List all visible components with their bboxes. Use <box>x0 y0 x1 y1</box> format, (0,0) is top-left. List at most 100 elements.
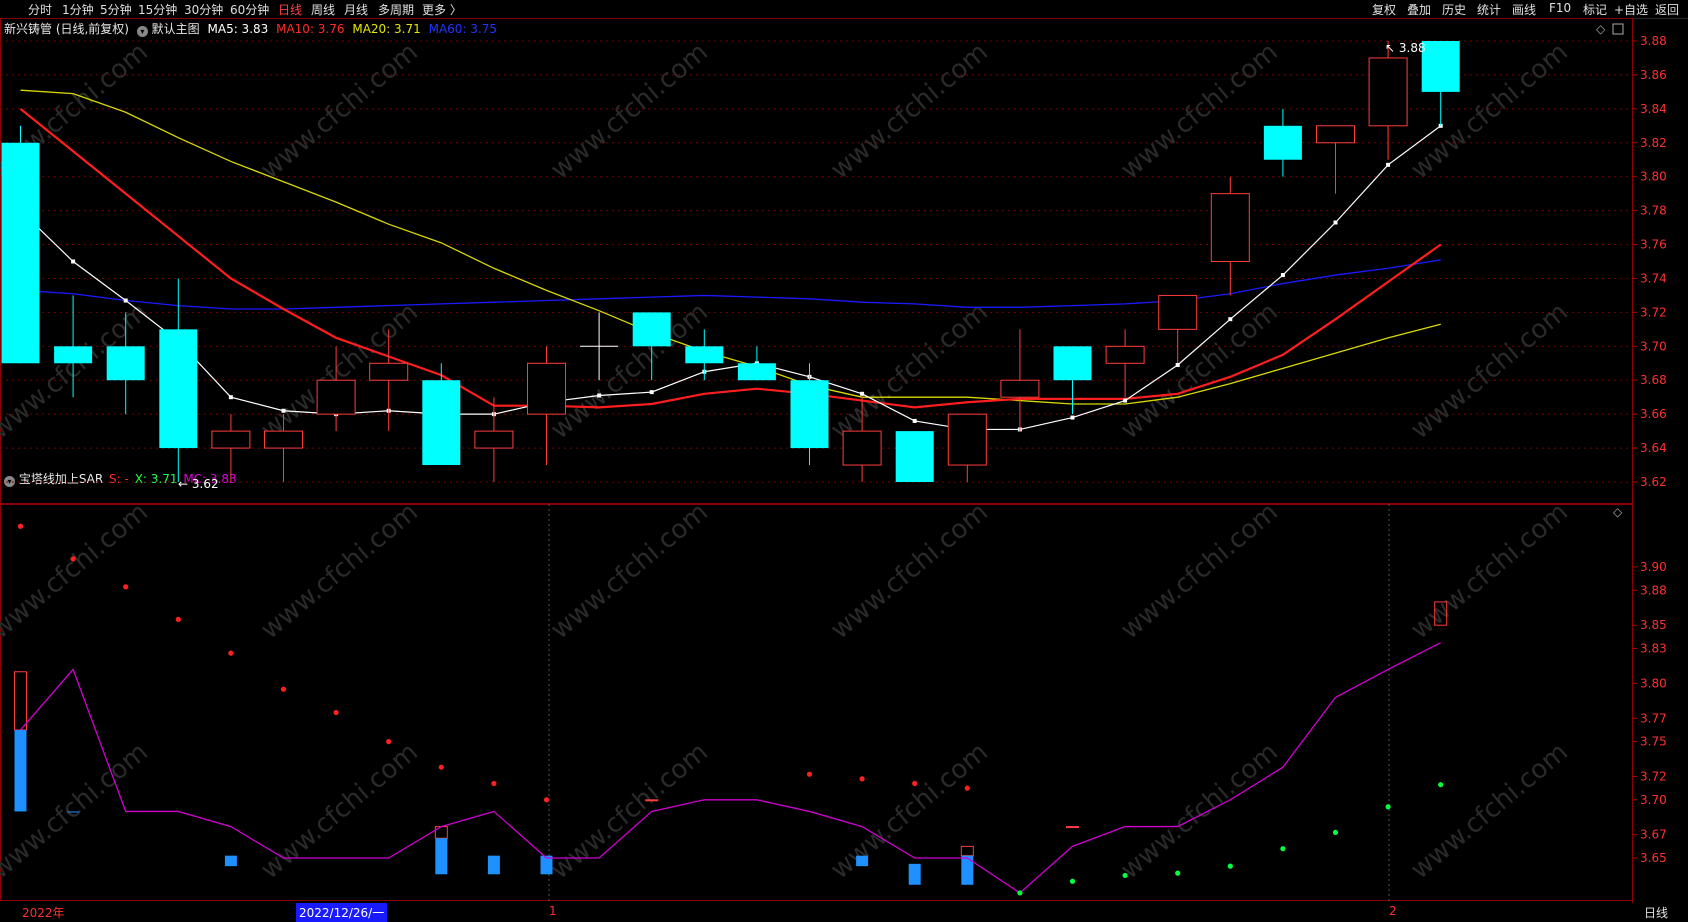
watermark-text: www.cfchi.com <box>1405 737 1574 885</box>
candle-body <box>947 413 987 466</box>
ma5-point <box>123 298 128 303</box>
main-axis-label: 3.70 <box>1640 339 1667 353</box>
sar-dot-red <box>912 780 918 787</box>
diamond-icon: ◇ <box>1613 505 1623 519</box>
candle-body <box>211 430 251 449</box>
watermark-text: www.cfchi.com <box>255 497 424 645</box>
sub-axis-label: 3.80 <box>1640 676 1667 690</box>
candle-body <box>1105 345 1145 364</box>
main-axis-label: 3.62 <box>1640 475 1667 489</box>
low-price-label: ← 3.62 <box>178 477 219 491</box>
candle-body <box>1263 125 1302 160</box>
ma5-point <box>1280 273 1285 278</box>
sar-dot-red <box>859 776 865 782</box>
watermark-text: www.cfchi.com <box>545 737 714 885</box>
ma5-point <box>1228 317 1233 322</box>
sar-dot-red <box>123 584 129 590</box>
candle-body <box>632 312 671 347</box>
candle-body <box>1210 193 1250 262</box>
candle-body <box>369 362 409 381</box>
candle-body <box>842 430 882 466</box>
sub-axis-label: 3.65 <box>1640 851 1667 865</box>
tower-bar-down <box>14 729 27 812</box>
ma5-point <box>228 395 233 400</box>
watermark-text: www.cfchi.com <box>545 497 714 645</box>
sub-axis-label: 3.67 <box>1640 828 1667 842</box>
sub-panel-frame <box>0 504 1633 901</box>
kline-chart[interactable]: www.cfchi.com www.cfchi.com www.cfchi.com w… <box>0 0 1688 921</box>
watermark-text: www.cfchi.com <box>825 497 994 645</box>
ma60-line <box>20 259 1441 310</box>
sar-dot-green <box>1175 870 1181 876</box>
candle-body <box>54 346 93 364</box>
watermark-text: www.cfchi.com <box>0 497 154 645</box>
main-axis-label: 3.84 <box>1640 102 1667 116</box>
ma5-point <box>71 259 76 264</box>
sar-dot-red <box>175 616 181 622</box>
sub-axis-label: 3.85 <box>1640 618 1667 632</box>
sub-axis-label: 3.75 <box>1640 735 1667 749</box>
tower-bar <box>67 811 80 813</box>
main-axis-label: 3.82 <box>1640 136 1667 150</box>
month-label-2: 2 <box>1389 904 1397 918</box>
main-axis-label: 3.80 <box>1640 170 1667 184</box>
sar-dot-red <box>491 780 497 787</box>
ma5-point <box>860 391 865 396</box>
candle-body <box>1368 57 1408 127</box>
sar-dot-green <box>1385 804 1391 810</box>
sar-dot-red <box>806 771 813 777</box>
candle-body <box>159 329 198 449</box>
candle-body <box>895 431 934 482</box>
sar-dot-green <box>1122 872 1128 879</box>
tower-bar-down <box>435 838 448 875</box>
candle-body <box>106 346 145 381</box>
watermark-text: www.cfchi.com <box>1115 297 1284 445</box>
candle-body <box>1158 294 1198 330</box>
candle-body <box>527 362 566 415</box>
sar-dot-red <box>228 650 234 656</box>
high-price-label: ↖ 3.88 <box>1385 41 1426 55</box>
candle-body <box>1053 346 1092 381</box>
sub-axis-label: 3.90 <box>1640 560 1667 574</box>
cursor-date: 2022/12/26/一 <box>296 903 388 922</box>
year-label: 2022年 <box>22 906 65 920</box>
sar-dot-green <box>1438 782 1444 788</box>
period-label[interactable]: 日线 <box>1644 904 1668 921</box>
main-axis-label: 3.78 <box>1640 204 1667 218</box>
sar-dot-red <box>280 686 287 692</box>
main-axis-label: 3.68 <box>1640 373 1667 387</box>
sub-axis-label: 3.72 <box>1640 770 1667 784</box>
tower-bar-up <box>960 845 974 857</box>
candle-body <box>422 380 461 466</box>
diamond-icon: ◇ <box>1596 22 1606 36</box>
watermark-text: www.cfchi.com <box>255 737 424 885</box>
sar-dot-green <box>1227 863 1233 869</box>
ma5-point <box>912 418 917 423</box>
sar-dot-red <box>964 785 970 791</box>
ma5-point <box>649 390 654 395</box>
ma5-point <box>1175 362 1180 367</box>
sar-dot-red <box>438 764 444 770</box>
candle-body <box>316 379 356 415</box>
tower-bar <box>224 855 237 867</box>
sar-dot-red <box>17 523 24 529</box>
candle-body <box>264 430 303 449</box>
tower-bar <box>487 855 500 875</box>
candle-body <box>1000 379 1040 398</box>
candle-body <box>790 380 829 449</box>
sar-dot-green <box>1069 878 1076 884</box>
sub-axis-label: 3.88 <box>1640 583 1667 597</box>
sar-dot-green <box>1280 846 1286 852</box>
watermark-text: www.cfchi.com <box>1115 37 1284 185</box>
watermark-text: www.cfchi.com <box>255 37 424 185</box>
sar-dot-red <box>70 556 76 562</box>
tower-bar-up <box>434 826 448 839</box>
date-bar: 2022年 2022/12/26/一 1 2 日线 <box>0 903 1688 922</box>
main-axis-label: 3.72 <box>1640 305 1667 319</box>
watermark-text: www.cfchi.com <box>1115 737 1284 885</box>
ma5-point <box>1123 398 1128 403</box>
sar-dot-red <box>543 797 550 803</box>
sub-axis-label: 3.77 <box>1640 711 1667 725</box>
ma5-point <box>281 408 286 413</box>
ma5-point <box>1333 220 1338 225</box>
